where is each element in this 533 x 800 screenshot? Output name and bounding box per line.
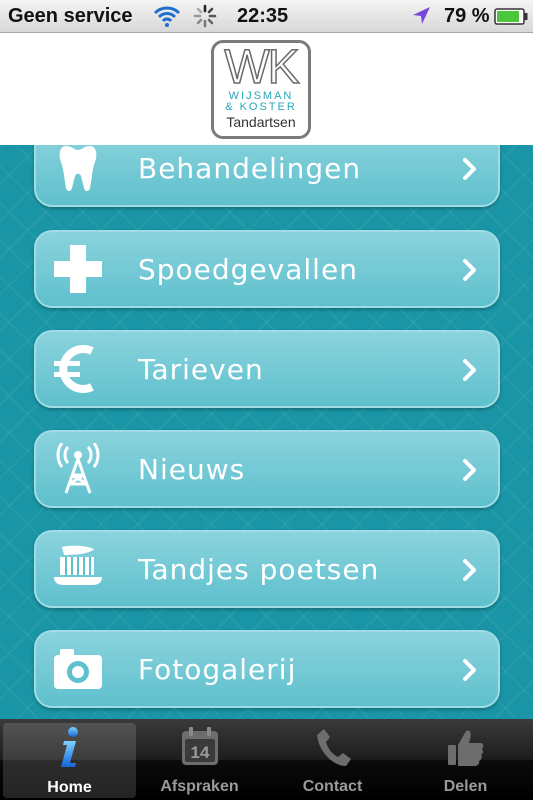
menu-item-tandjes-poetsen[interactable]: Tandjes poetsen	[34, 530, 500, 608]
menu-item-label: Nieuws	[138, 453, 246, 486]
tab-label: Home	[47, 779, 92, 796]
menu-item-label: Tarieven	[138, 353, 264, 386]
chevron-right-icon	[463, 459, 476, 481]
toothbrush-icon	[54, 545, 102, 585]
battery-percentage: 79 %	[444, 5, 490, 27]
tab-home[interactable]: Home	[3, 723, 136, 798]
camera-icon	[54, 649, 102, 689]
menu-item-spoedgevallen[interactable]: Spoedgevallen	[34, 230, 500, 308]
chevron-right-icon	[463, 559, 476, 581]
menu-item-label: Fotogalerij	[138, 653, 297, 686]
calendar-icon: 14	[182, 727, 218, 765]
tab-afspraken[interactable]: 14 Afspraken	[133, 719, 266, 800]
thumbs-up-icon	[448, 730, 484, 766]
menu-item-nieuws[interactable]: Nieuws	[34, 430, 500, 508]
menu-item-tarieven[interactable]: Tarieven	[34, 330, 500, 408]
location-arrow-icon	[413, 7, 430, 24]
chevron-right-icon	[463, 359, 476, 381]
tab-label: Delen	[443, 778, 488, 795]
euro-icon	[54, 345, 94, 393]
tab-delen[interactable]: Delen	[399, 719, 532, 800]
tab-contact[interactable]: Contact	[266, 719, 399, 800]
menu-item-behandelingen[interactable]: Behandelingen	[34, 145, 500, 207]
tab-label: Contact	[302, 778, 363, 795]
menu-item-label: Spoedgevallen	[138, 253, 358, 286]
menu-item-fotogalerij[interactable]: Fotogalerij	[34, 630, 500, 708]
battery-icon	[494, 8, 528, 25]
activity-spinner-icon	[193, 4, 217, 28]
carrier-label: Geen service	[8, 5, 133, 27]
tab-label: Afspraken	[160, 778, 239, 795]
chevron-right-icon	[463, 158, 476, 180]
logo-subtitle: Tandartsen	[226, 114, 296, 130]
logo-monogram: WK	[224, 41, 301, 94]
chevron-right-icon	[463, 259, 476, 281]
info-icon	[61, 727, 78, 767]
menu-item-label: Tandjes poetsen	[138, 553, 380, 586]
cross-icon	[54, 245, 102, 293]
logo-name-line-2: & KOSTER	[225, 101, 297, 113]
practice-logo: WK WIJSMAN & KOSTER Tandartsen	[211, 40, 311, 139]
antenna-icon	[56, 443, 100, 494]
chevron-right-icon	[463, 659, 476, 681]
menu-list[interactable]: Behandelingen Spoedgevallen Tarieven Nie…	[0, 145, 533, 719]
clock: 22:35	[237, 5, 289, 27]
app-header: WK WIJSMAN & KOSTER Tandartsen	[0, 33, 533, 145]
tooth-icon	[59, 146, 97, 191]
status-bar: Geen service 22:35 79 %	[0, 0, 533, 33]
wifi-icon	[153, 6, 181, 27]
menu-item-label: Behandelingen	[138, 152, 362, 185]
calendar-day: 14	[191, 743, 210, 762]
tab-bar: Home 14 Afspraken Contact Delen	[0, 719, 533, 800]
phone-icon	[317, 729, 351, 766]
